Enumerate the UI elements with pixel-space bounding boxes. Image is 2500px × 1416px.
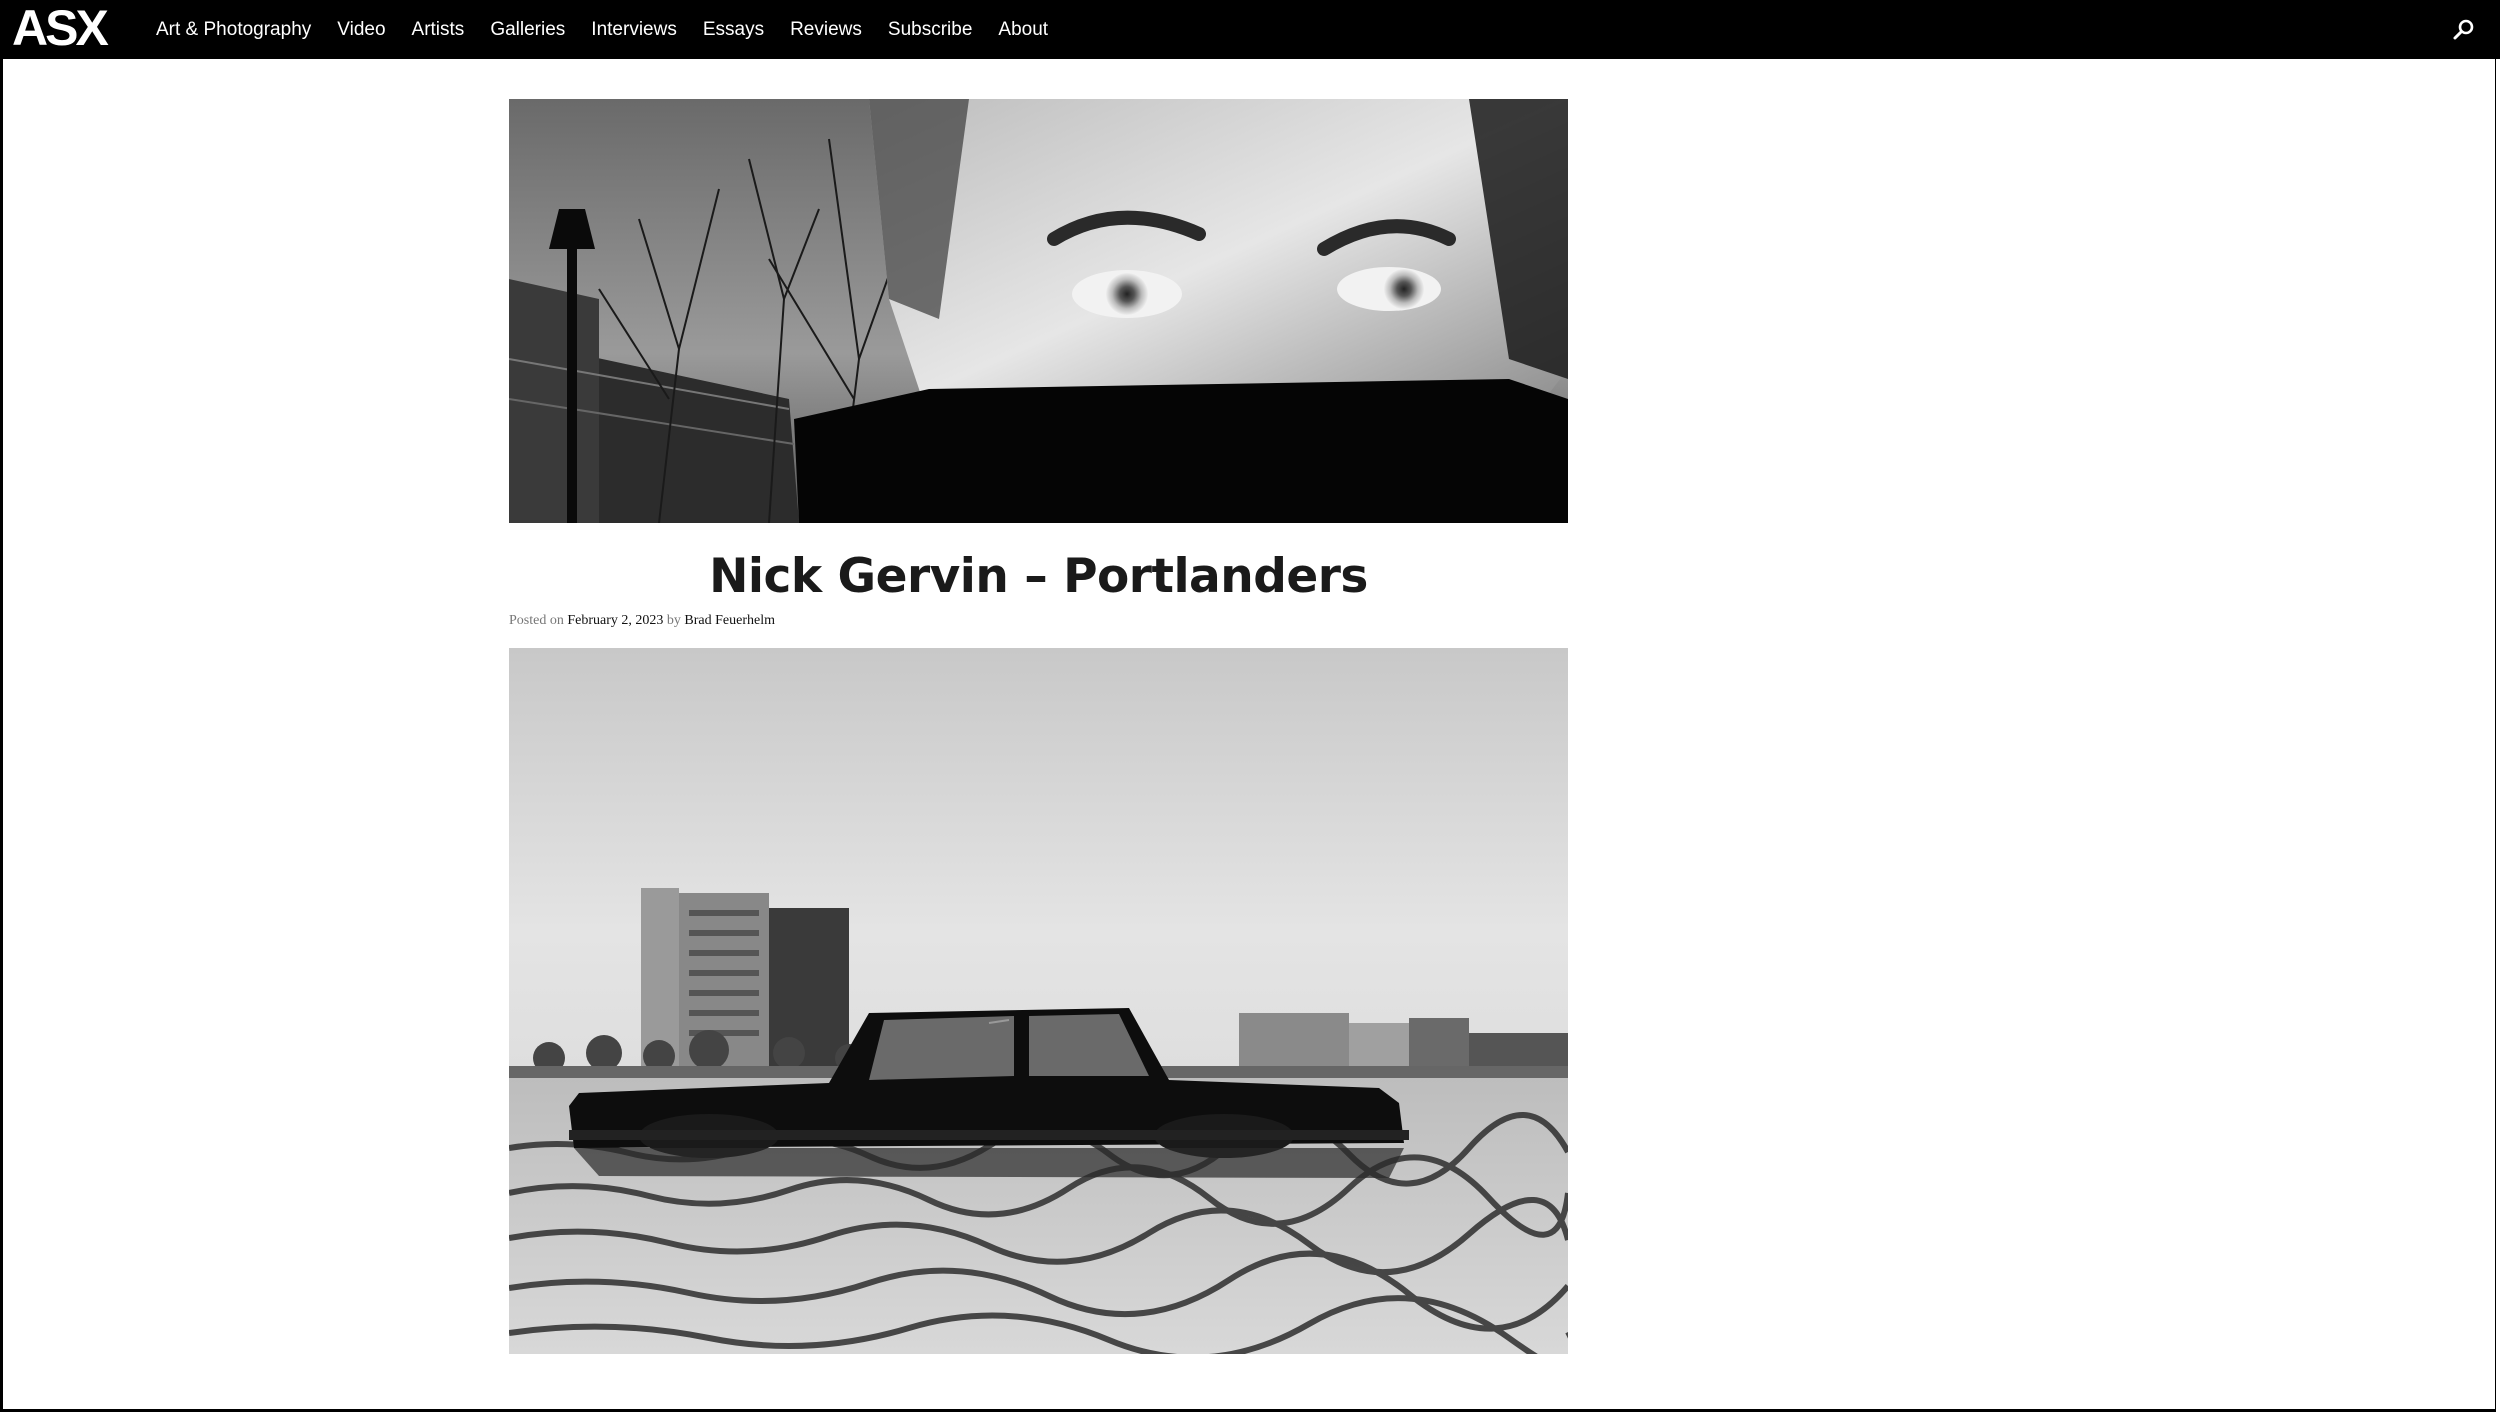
nav-item-about[interactable]: About bbox=[998, 19, 1048, 41]
nav-item-video[interactable]: Video bbox=[337, 19, 385, 41]
top-navigation-bar: ASX Art & Photography Video Artists Gall… bbox=[0, 0, 2500, 59]
post-title: Nick Gervin – Portlanders bbox=[709, 549, 1368, 604]
article-photo bbox=[509, 648, 1568, 1354]
posted-on-label: Posted on bbox=[509, 613, 564, 628]
nav-item-subscribe[interactable]: Subscribe bbox=[888, 19, 973, 41]
featured-image[interactable] bbox=[509, 99, 1568, 523]
nav-item-essays[interactable]: Essays bbox=[703, 19, 764, 41]
article: Nick Gervin – Portlanders Posted on Febr… bbox=[509, 99, 1568, 1354]
post-date-link[interactable]: February 2, 2023 bbox=[567, 613, 663, 628]
search-icon[interactable] bbox=[2452, 17, 2476, 41]
nav-item-art-photography[interactable]: Art & Photography bbox=[156, 19, 311, 41]
nav-item-reviews[interactable]: Reviews bbox=[790, 19, 862, 41]
author-link[interactable]: Brad Feuerhelm bbox=[684, 613, 775, 628]
by-label: by bbox=[666, 613, 681, 628]
post-meta: Posted on February 2, 2023 by Brad Feuer… bbox=[509, 613, 1568, 633]
nav-item-galleries[interactable]: Galleries bbox=[490, 19, 565, 41]
site-logo[interactable]: ASX bbox=[12, 0, 109, 59]
nav-item-interviews[interactable]: Interviews bbox=[591, 19, 677, 41]
main-menu: Art & Photography Video Artists Gallerie… bbox=[156, 0, 1074, 59]
nav-item-artists[interactable]: Artists bbox=[412, 19, 465, 41]
